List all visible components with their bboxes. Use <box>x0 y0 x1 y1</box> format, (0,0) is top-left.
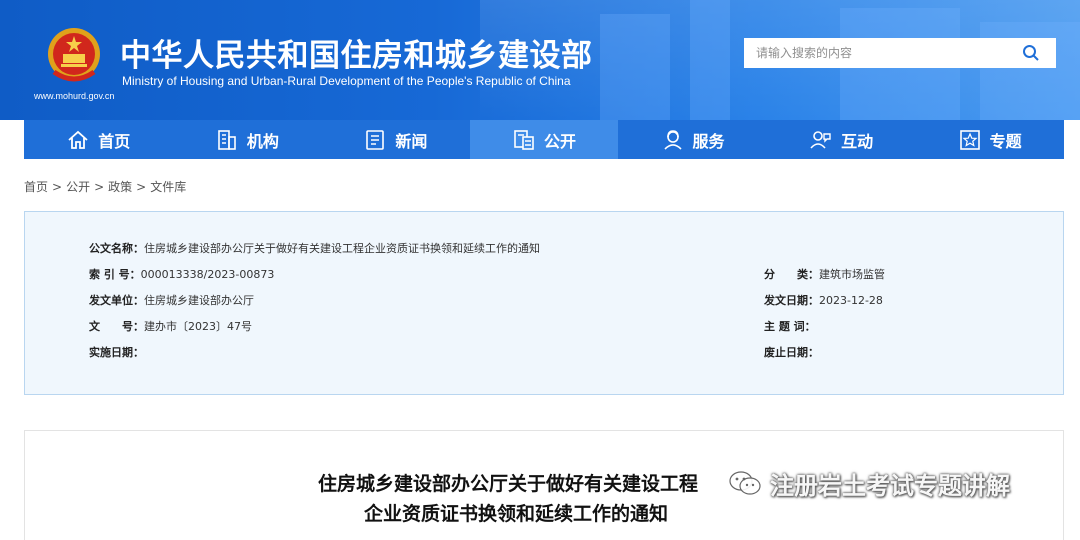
info-label: 公文名称： <box>89 242 144 255</box>
nav-item-news[interactable]: 新闻 <box>321 120 470 159</box>
national-emblem-icon <box>48 28 100 82</box>
breadcrumb-home[interactable]: 首页 <box>24 180 48 194</box>
breadcrumb-separator: > <box>94 180 105 194</box>
nav-item-label: 专题 <box>989 131 1022 151</box>
breadcrumb: 首页 > 公开 > 政策 > 文件库 <box>24 178 186 195</box>
info-subject: 主 题 词： <box>764 318 816 334</box>
building-silhouette <box>690 0 730 120</box>
nav-item-public[interactable]: 公开 <box>469 120 619 159</box>
info-label: 主 题 词： <box>764 320 816 333</box>
news-icon <box>366 129 385 150</box>
building-silhouette <box>980 22 1080 120</box>
document-icon <box>514 129 534 150</box>
info-label: 发文日期： <box>764 294 819 307</box>
info-value: 2023-12-28 <box>819 294 883 307</box>
breadcrumb-public[interactable]: 公开 <box>66 180 90 194</box>
breadcrumb-library[interactable]: 文件库 <box>150 180 186 194</box>
info-label: 索 引 号： <box>89 268 141 281</box>
main-nav: 首页 机构 新闻 公开 服务 互动 专题 <box>0 120 1080 159</box>
building-icon <box>218 129 236 150</box>
site-subtitle: Ministry of Housing and Urban-Rural Deve… <box>122 74 571 88</box>
watermark: 注册岩土考试专题讲解 <box>728 466 1010 500</box>
nav-item-organization[interactable]: 机构 <box>173 120 322 159</box>
info-abolish-date: 废止日期： <box>764 344 819 360</box>
nav-item-interaction[interactable]: 互动 <box>767 120 916 159</box>
info-label: 分 类： <box>764 268 819 281</box>
info-value: 建办市〔2023〕47号 <box>144 320 252 333</box>
nav-item-label: 服务 <box>692 131 725 151</box>
site-url: www.mohurd.gov.cn <box>34 91 115 101</box>
info-label: 废止日期： <box>764 346 819 359</box>
info-label: 发文单位： <box>89 294 144 307</box>
info-label: 实施日期： <box>89 346 144 359</box>
info-value: 住房城乡建设部办公厅关于做好有关建设工程企业资质证书换领和延续工作的通知 <box>144 242 540 255</box>
service-icon <box>663 129 682 150</box>
nav-item-home[interactable]: 首页 <box>24 120 173 159</box>
search-icon[interactable] <box>1022 44 1040 62</box>
interaction-icon <box>810 130 831 149</box>
document-info-panel: 公文名称：住房城乡建设部办公厅关于做好有关建设工程企业资质证书换领和延续工作的通… <box>24 211 1064 395</box>
watermark-text: 注册岩土考试专题讲解 <box>770 471 1010 500</box>
article-title: 企业资质证书换领和延续工作的通知 <box>364 503 669 525</box>
home-icon <box>68 130 88 149</box>
info-issuer: 发文单位：住房城乡建设部办公厅 <box>89 292 254 308</box>
breadcrumb-separator: > <box>136 180 147 194</box>
info-index: 索 引 号：000013338/2023-00873 <box>89 266 274 282</box>
info-label: 文 号： <box>89 320 144 333</box>
search-box <box>744 38 1056 68</box>
search-input[interactable] <box>744 38 1014 68</box>
building-silhouette <box>600 14 670 120</box>
wechat-icon <box>729 471 761 495</box>
info-value: 住房城乡建设部办公厅 <box>144 294 254 307</box>
info-doc-name: 公文名称：住房城乡建设部办公厅关于做好有关建设工程企业资质证书换领和延续工作的通… <box>89 240 540 256</box>
site-title: 中华人民共和国住房和城乡建设部 <box>120 38 593 74</box>
nav-item-label: 互动 <box>841 131 874 151</box>
info-issue-date: 发文日期：2023-12-28 <box>764 292 883 308</box>
breadcrumb-policy[interactable]: 政策 <box>108 180 132 194</box>
info-category: 分 类：建筑市场监管 <box>764 266 885 282</box>
nav-item-label: 机构 <box>246 131 279 151</box>
nav-item-label: 新闻 <box>395 131 428 151</box>
info-value: 建筑市场监管 <box>819 268 885 281</box>
info-doc-number: 文 号：建办市〔2023〕47号 <box>89 318 252 334</box>
nav-item-service[interactable]: 服务 <box>618 120 767 159</box>
nav-item-label: 公开 <box>543 131 576 151</box>
info-value: 000013338/2023-00873 <box>140 268 275 281</box>
article-title: 住房城乡建设部办公厅关于做好有关建设工程 <box>318 473 699 495</box>
nav-item-topic[interactable]: 专题 <box>915 120 1064 159</box>
breadcrumb-separator: > <box>52 180 63 194</box>
nav-item-label: 首页 <box>98 131 131 151</box>
site-header: www.mohurd.gov.cn 中华人民共和国住房和城乡建设部 Minist… <box>0 0 1080 120</box>
topic-icon <box>959 129 980 150</box>
info-effective-date: 实施日期： <box>89 344 144 360</box>
